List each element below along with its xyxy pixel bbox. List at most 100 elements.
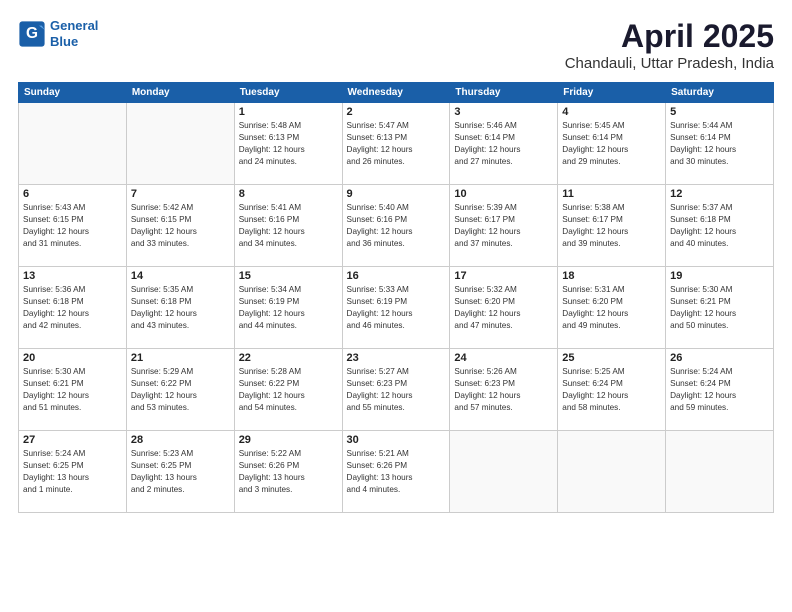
- day-number: 12: [670, 188, 769, 200]
- day-info: Sunrise: 5:34 AM Sunset: 6:19 PM Dayligh…: [239, 284, 338, 332]
- day-info: Sunrise: 5:24 AM Sunset: 6:24 PM Dayligh…: [670, 366, 769, 414]
- day-number: 23: [347, 352, 446, 364]
- calendar-cell: 22Sunrise: 5:28 AM Sunset: 6:22 PM Dayli…: [234, 349, 342, 431]
- day-number: 16: [347, 270, 446, 282]
- calendar-table: SundayMondayTuesdayWednesdayThursdayFrid…: [18, 82, 774, 513]
- day-info: Sunrise: 5:39 AM Sunset: 6:17 PM Dayligh…: [454, 202, 553, 250]
- day-number: 3: [454, 106, 553, 118]
- day-info: Sunrise: 5:31 AM Sunset: 6:20 PM Dayligh…: [562, 284, 661, 332]
- day-number: 5: [670, 106, 769, 118]
- day-number: 1: [239, 106, 338, 118]
- day-number: 20: [23, 352, 122, 364]
- day-number: 8: [239, 188, 338, 200]
- calendar-cell: [666, 431, 774, 513]
- calendar-cell: 30Sunrise: 5:21 AM Sunset: 6:26 PM Dayli…: [342, 431, 450, 513]
- location-title: Chandauli, Uttar Pradesh, India: [565, 55, 774, 72]
- day-number: 6: [23, 188, 122, 200]
- calendar-cell: 19Sunrise: 5:30 AM Sunset: 6:21 PM Dayli…: [666, 267, 774, 349]
- day-info: Sunrise: 5:47 AM Sunset: 6:13 PM Dayligh…: [347, 120, 446, 168]
- day-number: 28: [131, 434, 230, 446]
- day-info: Sunrise: 5:48 AM Sunset: 6:13 PM Dayligh…: [239, 120, 338, 168]
- day-number: 17: [454, 270, 553, 282]
- weekday-sunday: Sunday: [19, 83, 127, 103]
- day-info: Sunrise: 5:38 AM Sunset: 6:17 PM Dayligh…: [562, 202, 661, 250]
- day-info: Sunrise: 5:35 AM Sunset: 6:18 PM Dayligh…: [131, 284, 230, 332]
- day-number: 22: [239, 352, 338, 364]
- calendar-week-2: 13 Sunrise: 5:36 AM Sunset: 6:18 PM Dayli…: [19, 267, 774, 349]
- day-number: 10: [454, 188, 553, 200]
- calendar-cell: 27Sunrise: 5:24 AM Sunset: 6:25 PM Dayli…: [19, 431, 127, 513]
- logo-icon: G: [18, 20, 46, 48]
- calendar-cell: [450, 431, 558, 513]
- day-info: Sunrise: 5:22 AM Sunset: 6:26 PM Dayligh…: [239, 448, 338, 496]
- calendar-cell: 29 Sunrise: 5:22 AM Sunset: 6:26 PM Dayli…: [234, 431, 342, 513]
- day-number: 18: [562, 270, 661, 282]
- calendar-cell: 28 Sunrise: 5:23 AM Sunset: 6:25 PM Dayli…: [126, 431, 234, 513]
- calendar-cell: 10 Sunrise: 5:39 AM Sunset: 6:17 PM Dayli…: [450, 185, 558, 267]
- svg-text:G: G: [26, 25, 38, 42]
- calendar-cell: 3 Sunrise: 5:46 AM Sunset: 6:14 PM Daylig…: [450, 103, 558, 185]
- calendar-week-0: 1 Sunrise: 5:48 AM Sunset: 6:13 PM Daylig…: [19, 103, 774, 185]
- day-info: Sunrise: 5:41 AM Sunset: 6:16 PM Dayligh…: [239, 202, 338, 250]
- day-number: 30: [347, 434, 446, 446]
- day-info: Sunrise: 5:25 AM Sunset: 6:24 PM Dayligh…: [562, 366, 661, 414]
- calendar-cell: 5 Sunrise: 5:44 AM Sunset: 6:14 PM Daylig…: [666, 103, 774, 185]
- logo: G General Blue: [18, 18, 98, 49]
- calendar-cell: 15 Sunrise: 5:34 AM Sunset: 6:19 PM Dayli…: [234, 267, 342, 349]
- weekday-saturday: Saturday: [666, 83, 774, 103]
- logo-text: General Blue: [50, 18, 98, 49]
- calendar-week-1: 6 Sunrise: 5:43 AM Sunset: 6:15 PM Daylig…: [19, 185, 774, 267]
- calendar-cell: 12 Sunrise: 5:37 AM Sunset: 6:18 PM Dayli…: [666, 185, 774, 267]
- day-number: 29: [239, 434, 338, 446]
- day-info: Sunrise: 5:36 AM Sunset: 6:18 PM Dayligh…: [23, 284, 122, 332]
- calendar-cell: 4 Sunrise: 5:45 AM Sunset: 6:14 PM Daylig…: [558, 103, 666, 185]
- day-number: 13: [23, 270, 122, 282]
- day-info: Sunrise: 5:32 AM Sunset: 6:20 PM Dayligh…: [454, 284, 553, 332]
- calendar-cell: [19, 103, 127, 185]
- day-info: Sunrise: 5:44 AM Sunset: 6:14 PM Dayligh…: [670, 120, 769, 168]
- day-number: 25: [562, 352, 661, 364]
- calendar-header: SundayMondayTuesdayWednesdayThursdayFrid…: [19, 83, 774, 103]
- day-info: Sunrise: 5:46 AM Sunset: 6:14 PM Dayligh…: [454, 120, 553, 168]
- calendar-cell: [126, 103, 234, 185]
- calendar-cell: 23Sunrise: 5:27 AM Sunset: 6:23 PM Dayli…: [342, 349, 450, 431]
- day-info: Sunrise: 5:29 AM Sunset: 6:22 PM Dayligh…: [131, 366, 230, 414]
- weekday-header-row: SundayMondayTuesdayWednesdayThursdayFrid…: [19, 83, 774, 103]
- weekday-tuesday: Tuesday: [234, 83, 342, 103]
- calendar-week-3: 20 Sunrise: 5:30 AM Sunset: 6:21 PM Dayli…: [19, 349, 774, 431]
- calendar-cell: 6 Sunrise: 5:43 AM Sunset: 6:15 PM Daylig…: [19, 185, 127, 267]
- day-info: Sunrise: 5:42 AM Sunset: 6:15 PM Dayligh…: [131, 202, 230, 250]
- calendar-cell: 24Sunrise: 5:26 AM Sunset: 6:23 PM Dayli…: [450, 349, 558, 431]
- calendar-cell: 2 Sunrise: 5:47 AM Sunset: 6:13 PM Daylig…: [342, 103, 450, 185]
- day-info: Sunrise: 5:23 AM Sunset: 6:25 PM Dayligh…: [131, 448, 230, 496]
- day-info: Sunrise: 5:30 AM Sunset: 6:21 PM Dayligh…: [23, 366, 122, 414]
- weekday-monday: Monday: [126, 83, 234, 103]
- day-number: 4: [562, 106, 661, 118]
- day-info: Sunrise: 5:30 AM Sunset: 6:21 PM Dayligh…: [670, 284, 769, 332]
- calendar-cell: 18 Sunrise: 5:31 AM Sunset: 6:20 PM Dayli…: [558, 267, 666, 349]
- day-number: 11: [562, 188, 661, 200]
- day-info: Sunrise: 5:43 AM Sunset: 6:15 PM Dayligh…: [23, 202, 122, 250]
- day-info: Sunrise: 5:37 AM Sunset: 6:18 PM Dayligh…: [670, 202, 769, 250]
- weekday-wednesday: Wednesday: [342, 83, 450, 103]
- day-number: 14: [131, 270, 230, 282]
- header: G General Blue April 2025 Chandauli, Utt…: [18, 18, 774, 72]
- calendar-cell: 8 Sunrise: 5:41 AM Sunset: 6:16 PM Daylig…: [234, 185, 342, 267]
- calendar-cell: 1 Sunrise: 5:48 AM Sunset: 6:13 PM Daylig…: [234, 103, 342, 185]
- month-title: April 2025: [565, 18, 774, 55]
- day-number: 15: [239, 270, 338, 282]
- calendar-cell: 11 Sunrise: 5:38 AM Sunset: 6:17 PM Dayli…: [558, 185, 666, 267]
- calendar-cell: 7 Sunrise: 5:42 AM Sunset: 6:15 PM Daylig…: [126, 185, 234, 267]
- calendar-body: 1 Sunrise: 5:48 AM Sunset: 6:13 PM Daylig…: [19, 103, 774, 513]
- day-info: Sunrise: 5:33 AM Sunset: 6:19 PM Dayligh…: [347, 284, 446, 332]
- calendar-cell: 25 Sunrise: 5:25 AM Sunset: 6:24 PM Dayli…: [558, 349, 666, 431]
- day-number: 9: [347, 188, 446, 200]
- calendar-cell: 20 Sunrise: 5:30 AM Sunset: 6:21 PM Dayli…: [19, 349, 127, 431]
- day-info: Sunrise: 5:40 AM Sunset: 6:16 PM Dayligh…: [347, 202, 446, 250]
- day-number: 2: [347, 106, 446, 118]
- calendar-cell: 9 Sunrise: 5:40 AM Sunset: 6:16 PM Daylig…: [342, 185, 450, 267]
- day-info: Sunrise: 5:45 AM Sunset: 6:14 PM Dayligh…: [562, 120, 661, 168]
- logo-line2: Blue: [50, 34, 78, 49]
- page: G General Blue April 2025 Chandauli, Utt…: [0, 0, 792, 612]
- day-number: 7: [131, 188, 230, 200]
